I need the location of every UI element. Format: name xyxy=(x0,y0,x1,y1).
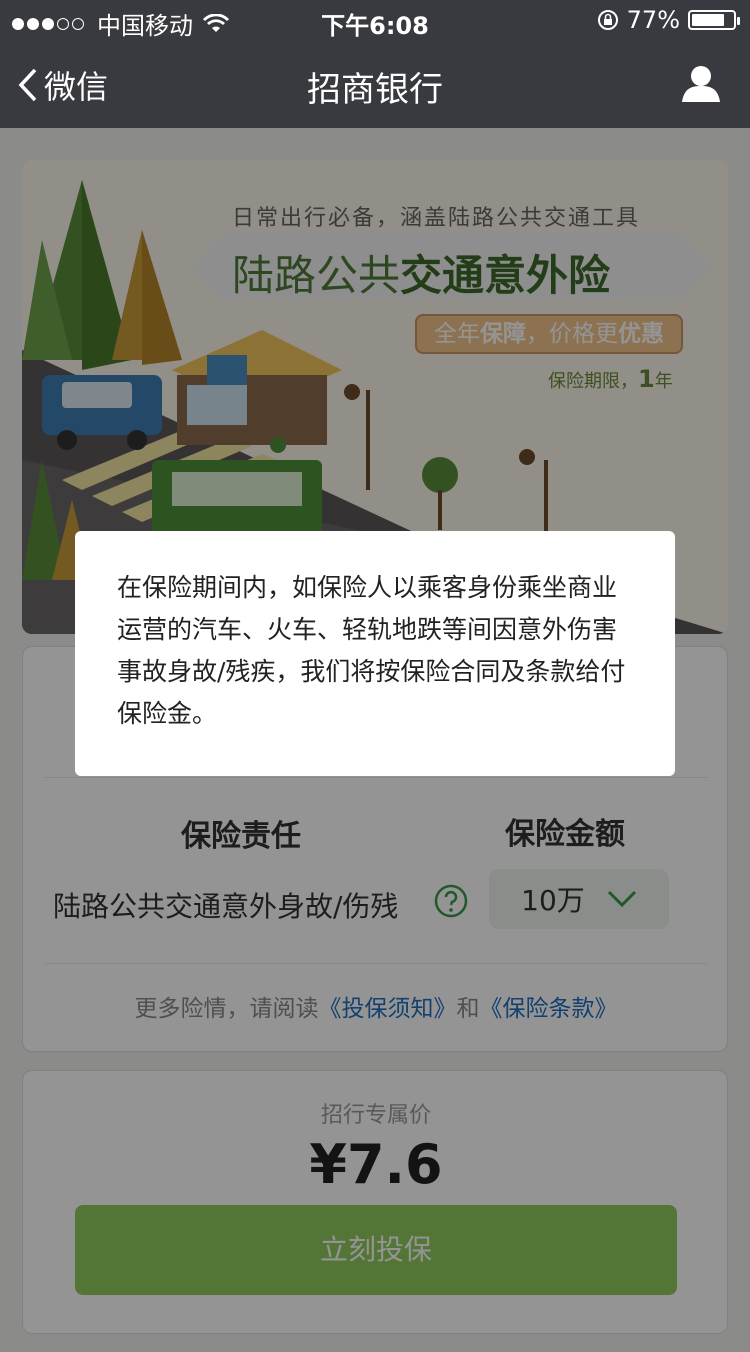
dialog-text: 在保险期间内，如保险人以乘客身份乘坐商业运营的汽车、火车、轻轨地跌等间因意外伤害… xyxy=(117,573,626,728)
battery-icon xyxy=(688,10,740,30)
rotation-lock-icon xyxy=(597,10,618,30)
user-icon xyxy=(682,66,720,102)
status-right: 77% xyxy=(597,6,740,34)
info-dialog: 在保险期间内，如保险人以乘客身份乘坐商业运营的汽车、火车、轻轨地跌等间因意外伤害… xyxy=(75,531,675,776)
nav-bar: 微信 招商银行 xyxy=(0,40,750,128)
battery-percent: 77% xyxy=(626,6,680,34)
page-title: 招商银行 xyxy=(307,70,443,110)
user-button[interactable] xyxy=(682,64,720,106)
status-bar: 中国移动 下午6:08 77% xyxy=(0,0,750,40)
